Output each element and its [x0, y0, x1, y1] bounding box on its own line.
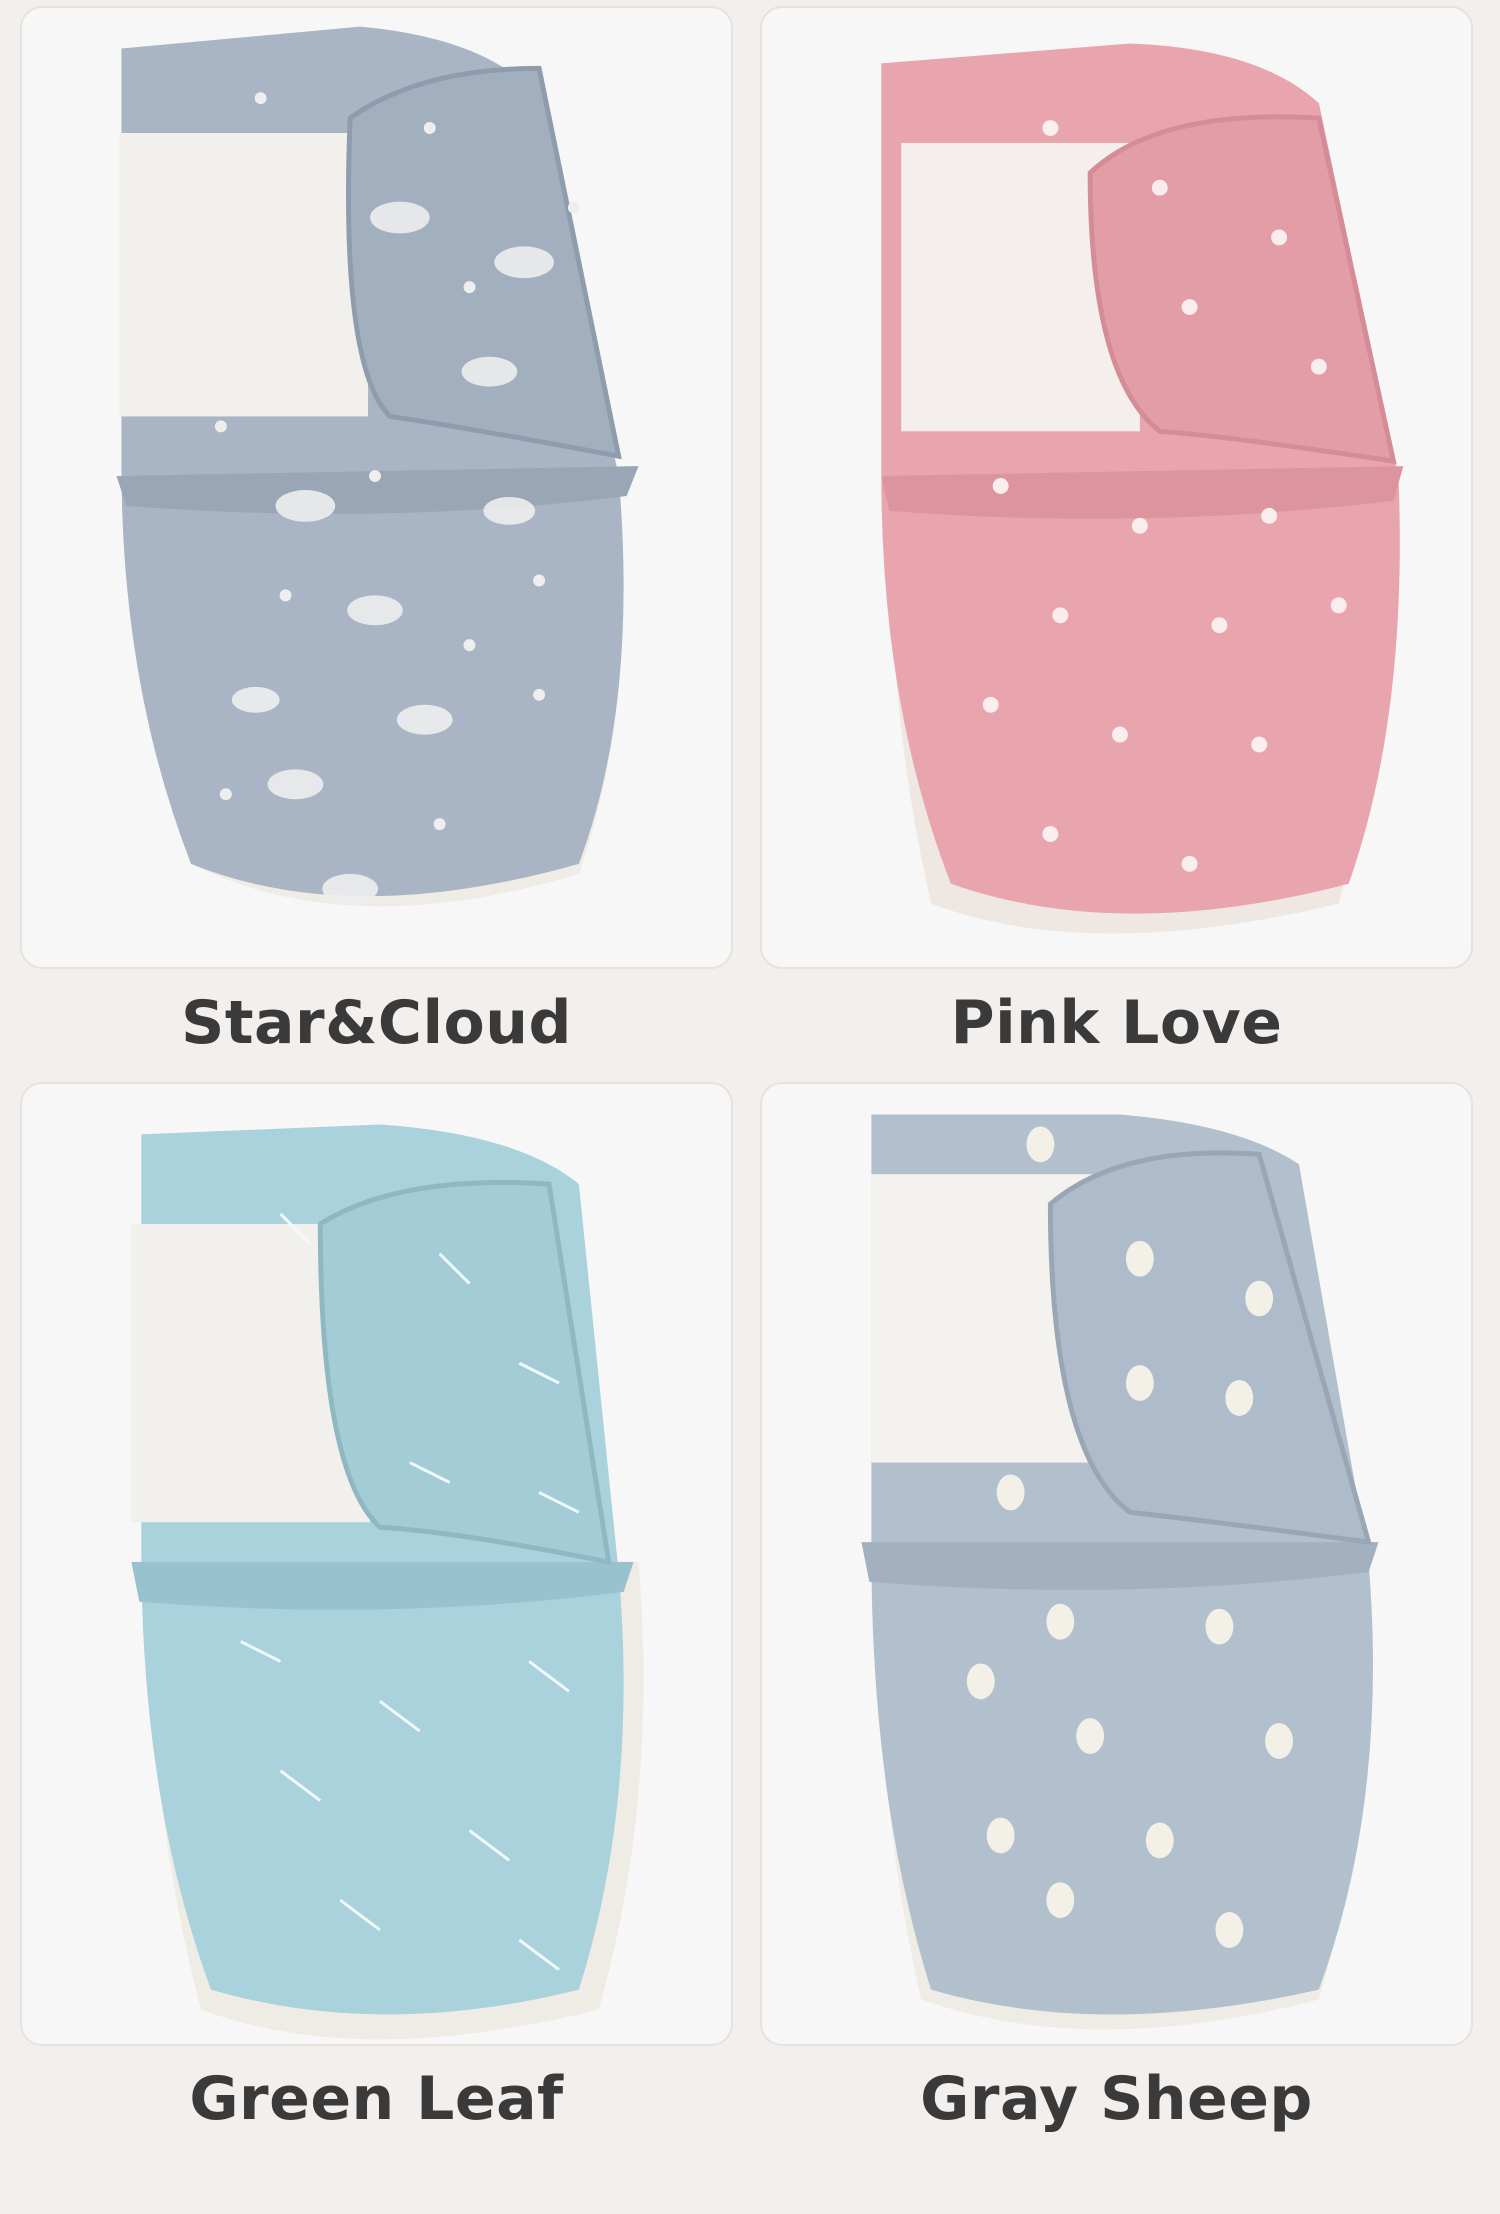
swaddle-image-gray-sheep: [861, 1114, 1379, 2030]
product-card-gray-sheep[interactable]: [760, 1082, 1473, 2046]
product-card-star-cloud[interactable]: [20, 6, 733, 969]
product-name-pink-love: Pink Love: [950, 988, 1283, 1058]
swaddle-image-green-leaf: [131, 1124, 644, 2040]
product-card-pink-love[interactable]: [760, 6, 1473, 969]
product-name-star-cloud: Star&Cloud: [181, 988, 572, 1058]
product-name-green-leaf: Green Leaf: [189, 2064, 564, 2134]
product-name-gray-sheep: Gray Sheep: [920, 2064, 1313, 2134]
product-grid: Star&Cloud Pink Love Green Leaf Gray She…: [0, 0, 1500, 2214]
swaddle-image-star-cloud: [116, 26, 639, 907]
product-card-green-leaf[interactable]: [20, 1082, 733, 2046]
swaddle-image-pink-love: [881, 43, 1404, 934]
